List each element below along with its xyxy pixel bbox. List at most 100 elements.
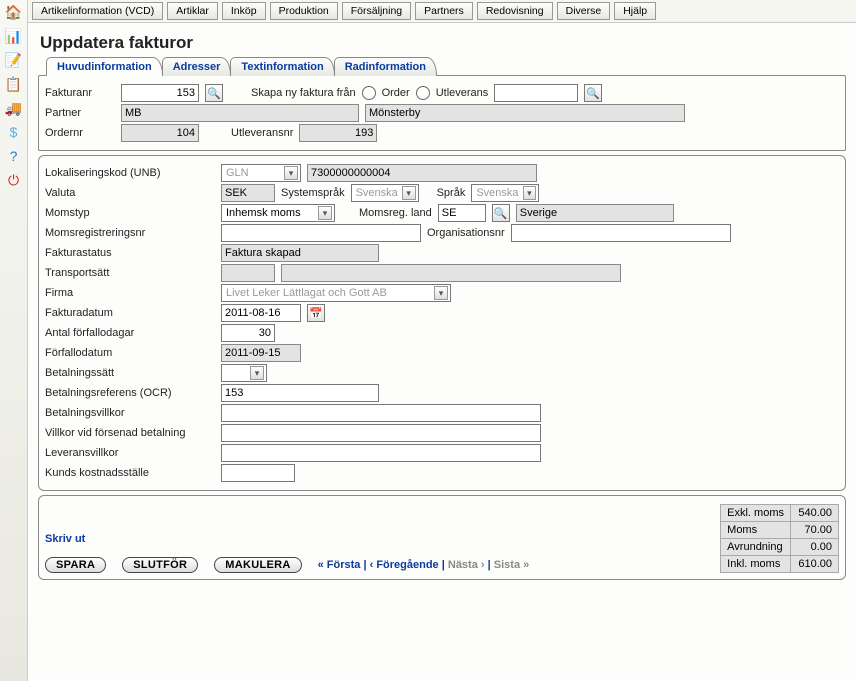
transport-name [281,264,621,282]
partner-label: Partner [45,107,115,119]
utl-radio[interactable] [416,86,430,100]
chevron-down-icon: ▾ [402,186,416,200]
order-radio[interactable] [362,86,376,100]
truck-icon[interactable]: 🚚 [4,98,24,118]
skapa-label: Skapa ny faktura från [251,87,356,99]
fvill-label: Villkor vid försenad betalning [45,427,215,439]
nav-inkop[interactable]: Inköp [222,2,266,20]
bvill-input[interactable] [221,404,541,422]
sysspr-select[interactable]: Svenska▾ [351,184,419,202]
total-avr-value: 0.00 [791,539,839,556]
forf-input [221,344,301,362]
total-inkl-value: 610.00 [791,556,839,573]
total-moms-label: Moms [721,522,791,539]
partner-name [365,104,685,122]
momsland-search-icon[interactable]: 🔍 [492,204,510,222]
sidebar: 🏠 📊 📝 📋 🚚 $ ? ⏻ [0,0,28,681]
tab-huvud[interactable]: Huvudinformation [46,57,163,76]
utlnr-input [299,124,377,142]
next-link[interactable]: Nästa › [448,559,485,571]
utl-search-icon[interactable]: 🔍 [584,84,602,102]
task-icon[interactable]: 📋 [4,74,24,94]
fstatus-input [221,244,379,262]
momsland-label: Momsreg. land [359,207,432,219]
orgnr-input[interactable] [511,224,731,242]
transport-code [221,264,275,282]
panel-footer: Skriv ut SPARA SLUTFÖR MAKULERA « Första… [38,495,846,580]
page-title: Uppdatera fakturor [40,33,846,53]
fakturanr-search-icon[interactable]: 🔍 [205,84,223,102]
total-exkl-label: Exkl. moms [721,505,791,522]
orgnr-label: Organisationsnr [427,227,505,239]
tab-adresser[interactable]: Adresser [162,57,232,76]
momsreg-input[interactable] [221,224,421,242]
lvill-input[interactable] [221,444,541,462]
chevron-down-icon: ▾ [523,186,537,200]
firma-label: Firma [45,287,215,299]
antal-input[interactable] [221,324,275,342]
kost-input[interactable] [221,464,295,482]
ocr-label: Betalningsreferens (OCR) [45,387,215,399]
last-link[interactable]: Sista » [494,559,529,571]
momsland-name [516,204,674,222]
valuta-input [221,184,275,202]
utlnr-label: Utleveransnr [231,127,293,139]
note-icon[interactable]: 📝 [4,50,24,70]
nav-produktion[interactable]: Produktion [270,2,338,20]
nav-diverse[interactable]: Diverse [557,2,611,20]
nav-forsaljning[interactable]: Försäljning [342,2,411,20]
momstyp-label: Momstyp [45,207,215,219]
firma-select[interactable]: Livet Leker Lättlagat och Gott AB▾ [221,284,451,302]
fstatus-label: Fakturastatus [45,247,215,259]
lok-type-select[interactable]: GLN▾ [221,164,301,182]
power-icon[interactable]: ⏻ [4,170,24,190]
chevron-down-icon: ▾ [434,286,448,300]
nav-redovisning[interactable]: Redovisning [477,2,553,20]
skriv-ut-link[interactable]: Skriv ut [45,533,529,545]
totals-table: Exkl. moms540.00 Moms70.00 Avrundning0.0… [720,504,839,573]
pager: « Första | ‹ Föregående | Nästa › | Sist… [318,559,530,571]
tab-textinfo[interactable]: Textinformation [230,57,334,76]
tab-radinfo[interactable]: Radinformation [334,57,437,76]
panel-top: Fakturanr 🔍 Skapa ny faktura från Order … [38,75,846,151]
spara-button[interactable]: SPARA [45,557,106,573]
total-inkl-label: Inkl. moms [721,556,791,573]
prev-link[interactable]: ‹ Föregående [370,559,439,571]
slutfor-button[interactable]: SLUTFÖR [122,557,198,573]
nav-artiklar[interactable]: Artiklar [167,2,218,20]
ocr-input[interactable] [221,384,379,402]
chevron-down-icon: ▾ [284,166,298,180]
spr-label: Språk [437,187,466,199]
makulera-button[interactable]: MAKULERA [214,557,301,573]
bsatt-label: Betalningssätt [45,367,215,379]
nav-artikelinfo[interactable]: Artikelinformation (VCD) [32,2,163,20]
home-icon[interactable]: 🏠 [4,2,24,22]
utl-input[interactable] [494,84,578,102]
momstyp-select[interactable]: Inhemsk moms▾ [221,204,335,222]
panel-main: Lokaliseringskod (UNB) GLN▾ Valuta Syste… [38,155,846,491]
forf-label: Förfallodatum [45,347,215,359]
momsland-input[interactable] [438,204,486,222]
momsreg-label: Momsregistreringsnr [45,227,215,239]
payment-icon[interactable]: $ [4,122,24,142]
first-link[interactable]: « Första [318,559,361,571]
top-nav: Artikelinformation (VCD) Artiklar Inköp … [28,0,856,23]
nav-partners[interactable]: Partners [415,2,473,20]
sysspr-label: Systemspråk [281,187,345,199]
ordernr-label: Ordernr [45,127,115,139]
spr-select[interactable]: Svenska▾ [471,184,539,202]
help-icon[interactable]: ? [4,146,24,166]
calendar-icon[interactable]: 📅 [307,304,325,322]
fvill-input[interactable] [221,424,541,442]
fakturanr-input[interactable] [121,84,199,102]
fdatum-input[interactable] [221,304,301,322]
lok-value [307,164,537,182]
chevron-down-icon: ▾ [250,366,264,380]
tab-bar: Huvudinformation Adresser Textinformatio… [38,57,846,76]
chart-icon[interactable]: 📊 [4,26,24,46]
total-avr-label: Avrundning [721,539,791,556]
bsatt-select[interactable]: ▾ [221,364,267,382]
antal-label: Antal förfallodagar [45,327,215,339]
ordernr-input [121,124,199,142]
nav-hjalp[interactable]: Hjälp [614,2,656,20]
